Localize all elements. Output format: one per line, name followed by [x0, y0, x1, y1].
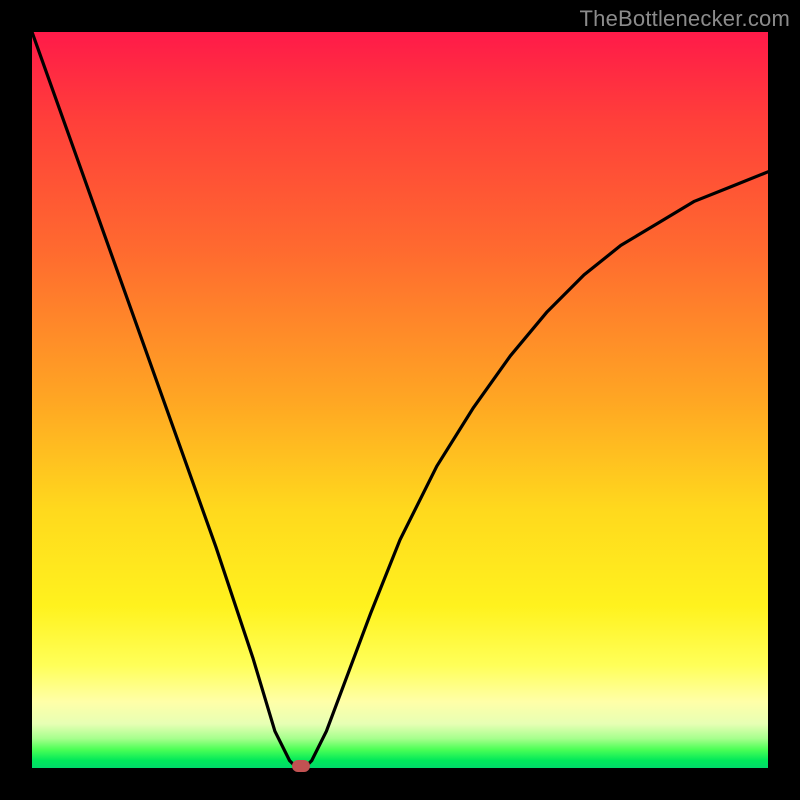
bottleneck-marker — [292, 760, 310, 772]
plot-area — [32, 32, 768, 768]
watermark-text: TheBottlenecker.com — [580, 6, 790, 32]
chart-frame: TheBottlenecker.com — [0, 0, 800, 800]
bottleneck-curve — [32, 32, 768, 768]
